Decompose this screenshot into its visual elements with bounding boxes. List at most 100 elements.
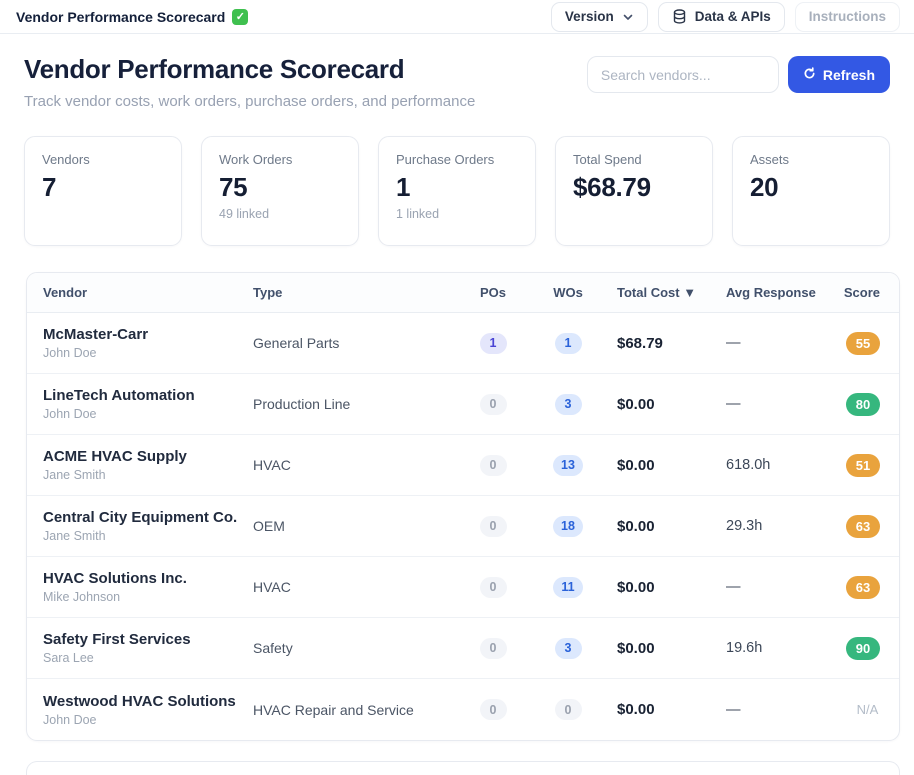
po-count-badge: 1 — [480, 333, 507, 354]
version-button[interactable]: Version — [551, 2, 648, 32]
vendor-type: HVAC — [253, 579, 453, 595]
stat-label: Assets — [750, 152, 872, 167]
stat-value: 20 — [750, 172, 872, 203]
vendor-contact: John Doe — [43, 407, 253, 421]
app-title: Vendor Performance Scorecard ✓ — [16, 9, 248, 25]
refresh-button[interactable]: Refresh — [788, 56, 890, 93]
po-count-badge: 0 — [480, 638, 507, 659]
refresh-icon — [803, 67, 816, 83]
avg-response: — — [715, 579, 831, 595]
chevron-down-icon — [622, 11, 634, 23]
vendor-type: Safety — [253, 640, 453, 656]
vendor-type: HVAC Repair and Service — [253, 702, 453, 718]
stat-sub — [573, 207, 695, 221]
vendor-contact: John Doe — [43, 713, 253, 727]
po-count-badge: 0 — [480, 577, 507, 598]
avg-response: — — [715, 335, 831, 351]
stat-card-assets: Assets 20 — [732, 136, 890, 246]
total-cost: $0.00 — [603, 396, 715, 413]
table-row[interactable]: Westwood HVAC Solutions John Doe HVAC Re… — [27, 679, 899, 740]
score-badge: 51 — [846, 454, 880, 477]
vendor-name: HVAC Solutions Inc. — [43, 570, 253, 587]
verified-check-icon: ✓ — [232, 9, 248, 25]
score-badge: 80 — [846, 393, 880, 416]
page-title: Vendor Performance Scorecard — [24, 54, 475, 85]
next-section-card-partial — [26, 761, 900, 775]
avg-response: 618.0h — [715, 457, 831, 473]
vendor-name: Westwood HVAC Solutions — [43, 693, 253, 710]
vendor-contact: Sara Lee — [43, 651, 253, 665]
column-header-wos: WOs — [533, 285, 603, 300]
vendor-name: Safety First Services — [43, 631, 253, 648]
search-input[interactable] — [587, 56, 779, 93]
stat-value: 1 — [396, 172, 518, 203]
stat-sub: 1 linked — [396, 207, 518, 221]
vendor-contact: Jane Smith — [43, 468, 253, 482]
table-row[interactable]: Central City Equipment Co. Jane Smith OE… — [27, 496, 899, 557]
vendor-type: HVAC — [253, 457, 453, 473]
column-header-total-cost[interactable]: Total Cost ▼ — [603, 285, 715, 300]
app-title-text: Vendor Performance Scorecard — [16, 9, 225, 25]
score-badge: 63 — [846, 515, 880, 538]
stat-value: 7 — [42, 172, 164, 203]
total-cost: $0.00 — [603, 640, 715, 657]
topbar-actions: Version Data & APIs Instructions — [551, 2, 900, 32]
score-badge: 63 — [846, 576, 880, 599]
wo-count-badge: 1 — [555, 333, 582, 354]
column-header-score: Score — [831, 285, 899, 300]
refresh-button-label: Refresh — [823, 67, 875, 83]
avg-response: 29.3h — [715, 518, 831, 534]
total-cost: $0.00 — [603, 457, 715, 474]
stat-label: Work Orders — [219, 152, 341, 167]
vendor-name: McMaster-Carr — [43, 326, 253, 343]
avg-response: 19.6h — [715, 640, 831, 656]
vendor-contact: Jane Smith — [43, 529, 253, 543]
vendor-contact: Mike Johnson — [43, 590, 253, 604]
score-badge: 90 — [846, 637, 880, 660]
data-apis-button[interactable]: Data & APIs — [658, 2, 785, 32]
stat-card-work-orders: Work Orders 75 49 linked — [201, 136, 359, 246]
table-row[interactable]: HVAC Solutions Inc. Mike Johnson HVAC 0 … — [27, 557, 899, 618]
wo-count-badge: 11 — [553, 577, 582, 598]
table-row[interactable]: Safety First Services Sara Lee Safety 0 … — [27, 618, 899, 679]
stat-sub — [42, 207, 164, 221]
page-subtitle: Track vendor costs, work orders, purchas… — [24, 93, 475, 110]
po-count-badge: 0 — [480, 699, 507, 720]
total-cost: $0.00 — [603, 579, 715, 596]
version-button-label: Version — [565, 9, 614, 24]
table-row[interactable]: McMaster-Carr John Doe General Parts 1 1… — [27, 313, 899, 374]
po-count-badge: 0 — [480, 516, 507, 537]
instructions-button[interactable]: Instructions — [795, 2, 900, 32]
stat-card-total-spend: Total Spend $68.79 — [555, 136, 713, 246]
page-header-actions: Refresh — [587, 56, 890, 93]
avg-response: — — [715, 702, 831, 718]
table-header-row: Vendor Type POs WOs Total Cost ▼ Avg Res… — [27, 273, 899, 313]
vendor-contact: John Doe — [43, 346, 253, 360]
avg-response: — — [715, 396, 831, 412]
column-header-pos: POs — [453, 285, 533, 300]
vendor-type: OEM — [253, 518, 453, 534]
column-header-type: Type — [253, 285, 453, 300]
stat-card-vendors: Vendors 7 — [24, 136, 182, 246]
vendor-name: LineTech Automation — [43, 387, 253, 404]
stat-value: $68.79 — [573, 172, 695, 203]
page-header: Vendor Performance Scorecard Track vendo… — [0, 34, 914, 110]
column-header-avg-response: Avg Response — [715, 285, 831, 300]
table-row[interactable]: LineTech Automation John Doe Production … — [27, 374, 899, 435]
vendor-name: ACME HVAC Supply — [43, 448, 253, 465]
topbar: Vendor Performance Scorecard ✓ Version D… — [0, 0, 914, 34]
stats-row: Vendors 7 Work Orders 75 49 linked Purch… — [0, 110, 914, 246]
wo-count-badge: 18 — [553, 516, 583, 537]
stat-label: Purchase Orders — [396, 152, 518, 167]
stat-card-purchase-orders: Purchase Orders 1 1 linked — [378, 136, 536, 246]
stat-value: 75 — [219, 172, 341, 203]
column-header-vendor: Vendor — [27, 285, 253, 300]
score-badge: N/A — [846, 698, 880, 721]
page-header-text: Vendor Performance Scorecard Track vendo… — [24, 54, 475, 110]
database-icon — [672, 9, 687, 24]
table-row[interactable]: ACME HVAC Supply Jane Smith HVAC 0 13 $0… — [27, 435, 899, 496]
vendor-table: Vendor Type POs WOs Total Cost ▼ Avg Res… — [26, 272, 900, 741]
stat-sub: 49 linked — [219, 207, 341, 221]
total-cost: $68.79 — [603, 335, 715, 352]
total-cost: $0.00 — [603, 701, 715, 718]
